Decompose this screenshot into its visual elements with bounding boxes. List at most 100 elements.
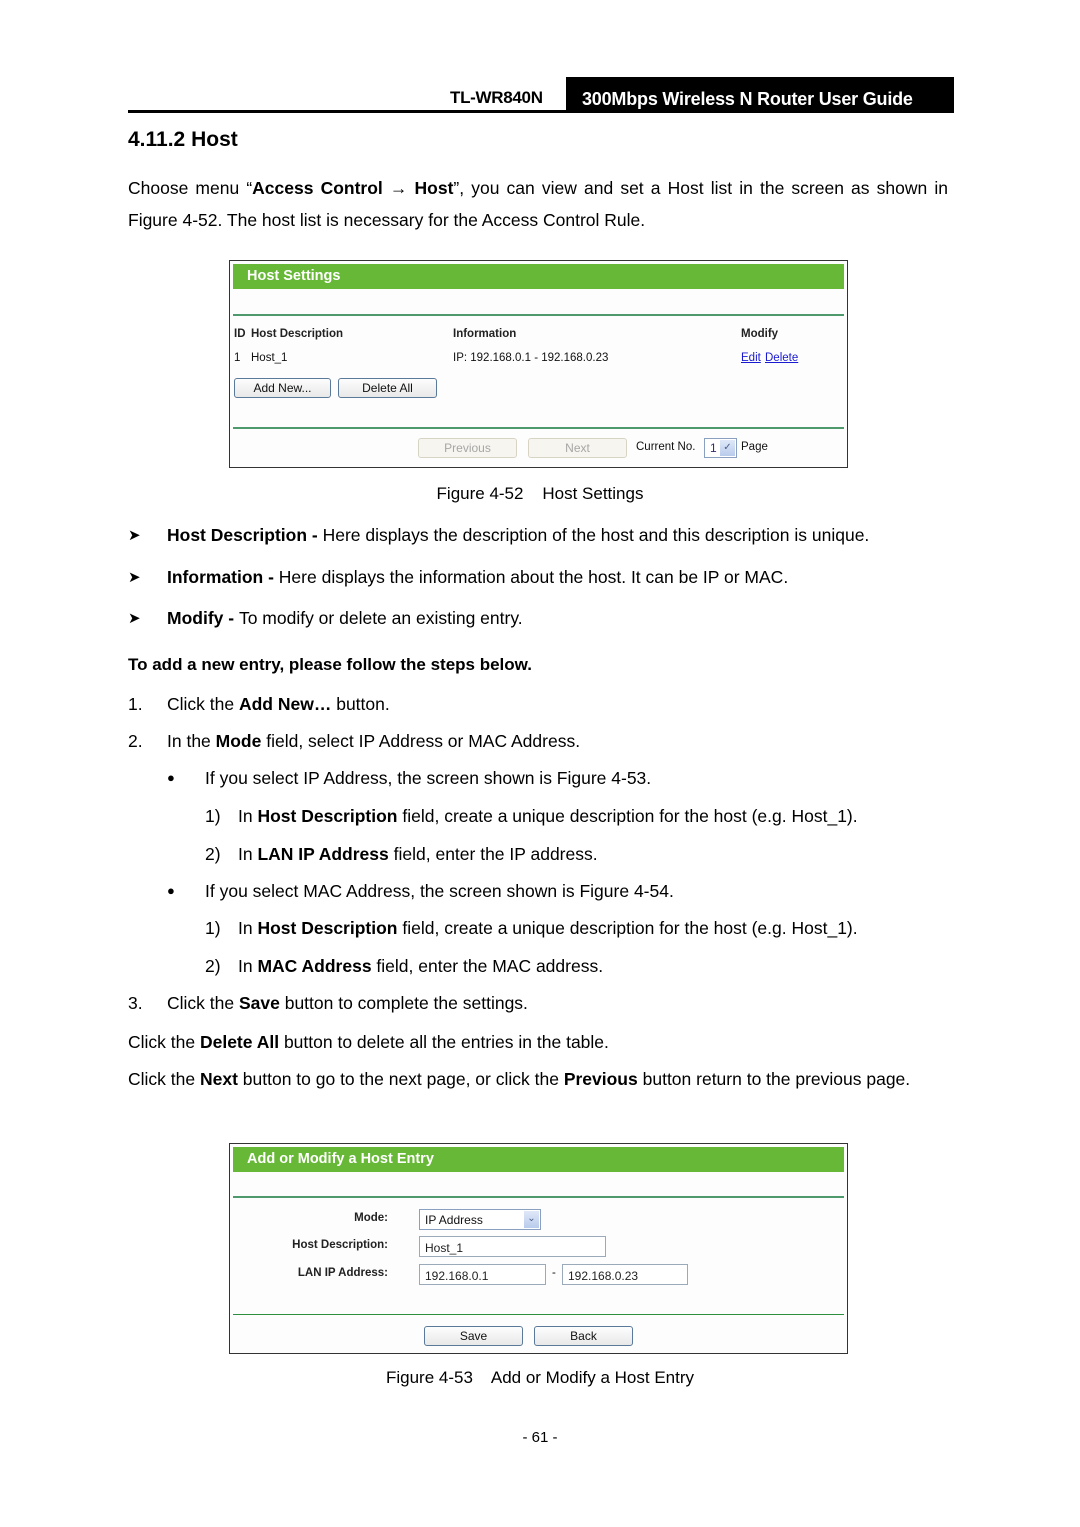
next-previous-note: Click the Next button to go to the next … xyxy=(128,1066,948,1092)
page-select[interactable]: 1 ✓ xyxy=(704,438,737,458)
separator xyxy=(233,1314,844,1315)
substep-number: 2) xyxy=(205,844,221,864)
delete-link[interactable]: Delete xyxy=(765,352,798,364)
text: Click the xyxy=(167,993,239,1013)
col-header-description: Host Description xyxy=(251,328,344,340)
substep-mac-host-description: In Host Description field, create a uniq… xyxy=(238,912,858,944)
add-new-button[interactable]: Add New... xyxy=(234,378,331,398)
header-guide-title: 300Mbps Wireless N Router User Guide xyxy=(566,77,954,113)
chevron-down-icon: ✓ xyxy=(720,440,735,456)
term: Information - xyxy=(167,567,279,587)
bold-text: MAC Address xyxy=(257,956,372,976)
host-description-label: Host Description: xyxy=(292,1239,388,1251)
text: In xyxy=(238,956,258,976)
text: Click the xyxy=(128,1069,200,1089)
step-2-number: 2. xyxy=(128,731,143,751)
substep-number: 1) xyxy=(205,806,221,826)
page-select-value: 1 xyxy=(710,441,717,455)
text: Click the xyxy=(167,694,239,714)
bold-text: Add New… xyxy=(238,694,332,714)
page-label: Page xyxy=(741,441,768,453)
back-button[interactable]: Back xyxy=(534,1326,633,1346)
description-information: Information - Here displays the informat… xyxy=(167,561,788,593)
text: button to delete all the entries in the … xyxy=(279,1032,609,1052)
text: button to complete the settings. xyxy=(279,993,528,1013)
bullet-ip-address: If you select IP Address, the screen sho… xyxy=(205,768,652,788)
mode-select-value: IP Address xyxy=(425,1213,483,1227)
bold-text: Host Description xyxy=(257,918,398,938)
text: field, create a unique description for t… xyxy=(397,806,858,826)
text: button. xyxy=(331,694,390,714)
chevron-down-icon: ⌄ xyxy=(524,1211,539,1228)
row-id: 1 xyxy=(234,352,241,364)
figure-caption-4-52: Figure 4-52 Host Settings xyxy=(436,484,644,503)
substep-mac-address: In MAC Address field, enter the MAC addr… xyxy=(238,950,603,982)
step-1-number: 1. xyxy=(128,694,143,714)
arrow-right-icon: → xyxy=(389,178,408,198)
text: field, enter the IP address. xyxy=(388,844,598,864)
col-header-id: ID xyxy=(234,328,246,340)
header-rule xyxy=(128,110,954,113)
mode-label: Mode: xyxy=(354,1212,388,1224)
host-description-input[interactable] xyxy=(419,1236,606,1257)
section-name: Host xyxy=(191,128,238,151)
definition: Here displays the information about the … xyxy=(278,567,789,587)
panel-title: Add or Modify a Host Entry xyxy=(233,1147,844,1172)
delete-all-button[interactable]: Delete All xyxy=(338,378,437,398)
definition: Here displays the description of the hos… xyxy=(322,525,870,545)
page-number: - 61 - xyxy=(522,1429,558,1446)
text: In xyxy=(238,918,258,938)
separator xyxy=(233,1196,844,1198)
step-2: In the Mode field, select IP Address or … xyxy=(167,725,580,757)
add-modify-host-entry-panel: Add or Modify a Host Entry Mode: IP Addr… xyxy=(229,1143,848,1354)
mode-select[interactable]: IP Address ⌄ xyxy=(419,1209,541,1230)
section-number: 4.11.2 xyxy=(128,128,186,151)
step-1: Click the Add New… button. xyxy=(167,688,390,720)
text: In the xyxy=(167,731,216,751)
current-no-label: Current No. xyxy=(636,441,696,453)
edit-link[interactable]: Edit xyxy=(741,352,761,364)
lan-ip-start-input[interactable] xyxy=(419,1264,546,1285)
next-button[interactable]: Next xyxy=(528,438,627,458)
step-3: Click the Save button to complete the se… xyxy=(167,987,528,1019)
text: In xyxy=(238,844,258,864)
text: In xyxy=(238,806,258,826)
lan-ip-label: LAN IP Address: xyxy=(297,1267,388,1279)
bold-text: Delete All xyxy=(199,1032,280,1052)
bold-text: Mode xyxy=(215,731,262,751)
term: Host Description - xyxy=(167,525,323,545)
row-information: IP: 192.168.0.1 - 192.168.0.23 xyxy=(453,352,609,364)
bullet-icon: ● xyxy=(167,770,175,785)
header-model: TL-WR840N xyxy=(450,88,543,107)
intro-paragraph: Choose menu “Access Control → Host”, you… xyxy=(128,172,948,236)
lan-ip-end-input[interactable] xyxy=(562,1264,688,1285)
substep-number: 1) xyxy=(205,918,221,938)
col-header-modify: Modify xyxy=(741,328,779,340)
save-button[interactable]: Save xyxy=(424,1326,523,1346)
menu-path-access-control: Access Control xyxy=(252,178,383,198)
text: button return to the previous page. xyxy=(637,1069,911,1089)
separator xyxy=(233,314,844,316)
bold-text: Next xyxy=(199,1069,238,1089)
substep-number: 2) xyxy=(205,956,221,976)
bold-text: LAN IP Address xyxy=(257,844,389,864)
bold-text: Host Description xyxy=(257,806,398,826)
section-title: 4.11.2 Host xyxy=(128,128,238,152)
text: field, create a unique description for t… xyxy=(397,918,858,938)
arrow-bullet-icon: ➤ xyxy=(128,527,141,544)
arrow-bullet-icon: ➤ xyxy=(128,569,141,586)
bullet-mac-address: If you select MAC Address, the screen sh… xyxy=(205,881,674,901)
term: Modify - xyxy=(167,608,239,628)
substep-ip-host-description: In Host Description field, create a uniq… xyxy=(238,800,858,832)
arrow-bullet-icon: ➤ xyxy=(128,610,141,627)
step-3-number: 3. xyxy=(128,993,143,1013)
description-modify: Modify - To modify or delete an existing… xyxy=(167,602,523,634)
panel-title: Host Settings xyxy=(233,264,844,289)
bold-text: Save xyxy=(238,993,280,1013)
intro-prefix: Choose menu “ xyxy=(128,178,253,198)
figure-caption-4-53: Figure 4-53 Add or Modify a Host Entry xyxy=(385,1368,695,1387)
previous-button[interactable]: Previous xyxy=(418,438,517,458)
text: field, select IP Address or MAC Address. xyxy=(261,731,581,751)
col-header-information: Information xyxy=(453,328,517,340)
bullet-icon: ● xyxy=(167,883,175,898)
